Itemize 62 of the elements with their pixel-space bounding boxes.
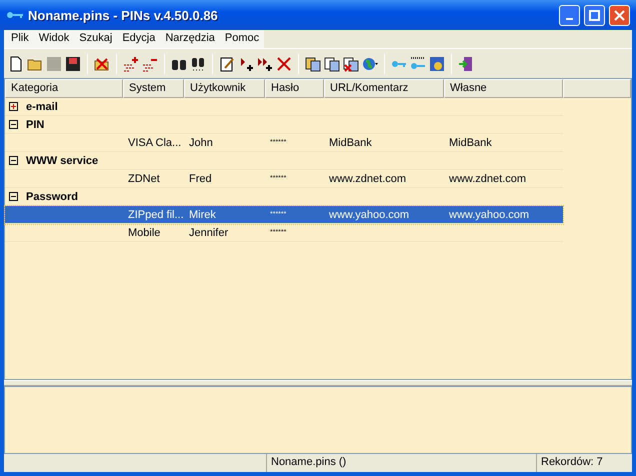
exit-door-icon[interactable] — [458, 56, 474, 72]
table-cell-text: VISA Cla... — [127, 136, 182, 148]
table-cell-text: Mobile — [127, 226, 162, 238]
menu-item[interactable]: Szukaj — [74, 30, 118, 48]
table-cell-text: MidBank — [448, 136, 493, 148]
column-header[interactable]: System — [123, 79, 184, 98]
globe-icon[interactable] — [362, 56, 378, 72]
maximize-button[interactable] — [584, 4, 605, 26]
maximize-icon — [589, 10, 600, 20]
table-cell-text: John — [188, 136, 214, 148]
documents-icon[interactable] — [305, 56, 321, 72]
table-cell-text: www.yahoo.com — [448, 208, 530, 220]
document-icon[interactable] — [8, 56, 24, 72]
pencil-note-icon[interactable] — [219, 56, 235, 72]
collapse-toggle[interactable] — [9, 120, 18, 129]
table-cell-text: Mirek — [188, 208, 217, 220]
expand-toggle[interactable] — [9, 102, 18, 111]
menu-item[interactable]: Narzędzia — [160, 30, 220, 48]
minimize-icon — [566, 18, 573, 20]
menu-item[interactable]: Plik — [6, 30, 34, 48]
table-cell-text: www.zdnet.com — [328, 172, 408, 184]
status-text: Noname.pins () — [266, 454, 536, 472]
close-button[interactable] — [609, 4, 630, 26]
collapse-toggle[interactable] — [9, 192, 18, 201]
folder-cross-icon[interactable] — [94, 56, 110, 72]
status-text: Rekordów: 7 — [536, 454, 632, 472]
group-name: e-mail — [26, 100, 58, 112]
menu-item[interactable]: Pomoc — [220, 30, 264, 48]
table-cell-text: www.yahoo.com — [328, 208, 410, 220]
collapse-toggle[interactable] — [9, 156, 18, 165]
minus-icon — [10, 121, 17, 128]
minus-icon — [10, 193, 17, 200]
column-header[interactable]: URL/Komentarz — [324, 79, 444, 98]
table-cell-text: Jennifer — [188, 226, 230, 238]
add-lines-icon[interactable] — [123, 56, 139, 72]
column-header[interactable]: Własne — [444, 79, 563, 98]
table-cell-text: Fred — [188, 172, 213, 184]
floppy-icon[interactable] — [65, 56, 81, 72]
column-header[interactable]: Hasło — [265, 79, 324, 98]
plus-icon — [10, 103, 17, 110]
keys-icon[interactable] — [410, 56, 426, 72]
minus-icon — [10, 157, 17, 164]
window-title: Noname.pins - PINs v.4.50.0.86 — [28, 8, 219, 22]
column-header[interactable]: Użytkownik — [184, 79, 265, 98]
menu-item[interactable]: Widok — [34, 30, 74, 48]
table-cell-text: www.zdnet.com — [448, 172, 528, 184]
table-cell-text: ZDNet — [127, 172, 161, 184]
column-header[interactable]: Kategoria — [5, 79, 123, 98]
group-name: WWW service — [26, 154, 98, 166]
documents-cross-icon[interactable] — [343, 56, 359, 72]
menu-item[interactable]: Edycja — [117, 30, 160, 48]
table-cell-text: ZIPped fil... — [127, 208, 184, 220]
minimize-button[interactable] — [559, 4, 580, 26]
close-icon — [614, 10, 625, 20]
double-arrow-plus-icon[interactable] — [257, 56, 273, 72]
arrow-plus-icon[interactable] — [238, 56, 254, 72]
group-name: Password — [26, 190, 78, 202]
table-cell-text: MidBank — [328, 136, 373, 148]
cross-icon[interactable] — [276, 56, 292, 72]
group-name: PIN — [26, 118, 44, 130]
documents-icon[interactable] — [324, 56, 340, 72]
app-icon — [6, 9, 24, 21]
